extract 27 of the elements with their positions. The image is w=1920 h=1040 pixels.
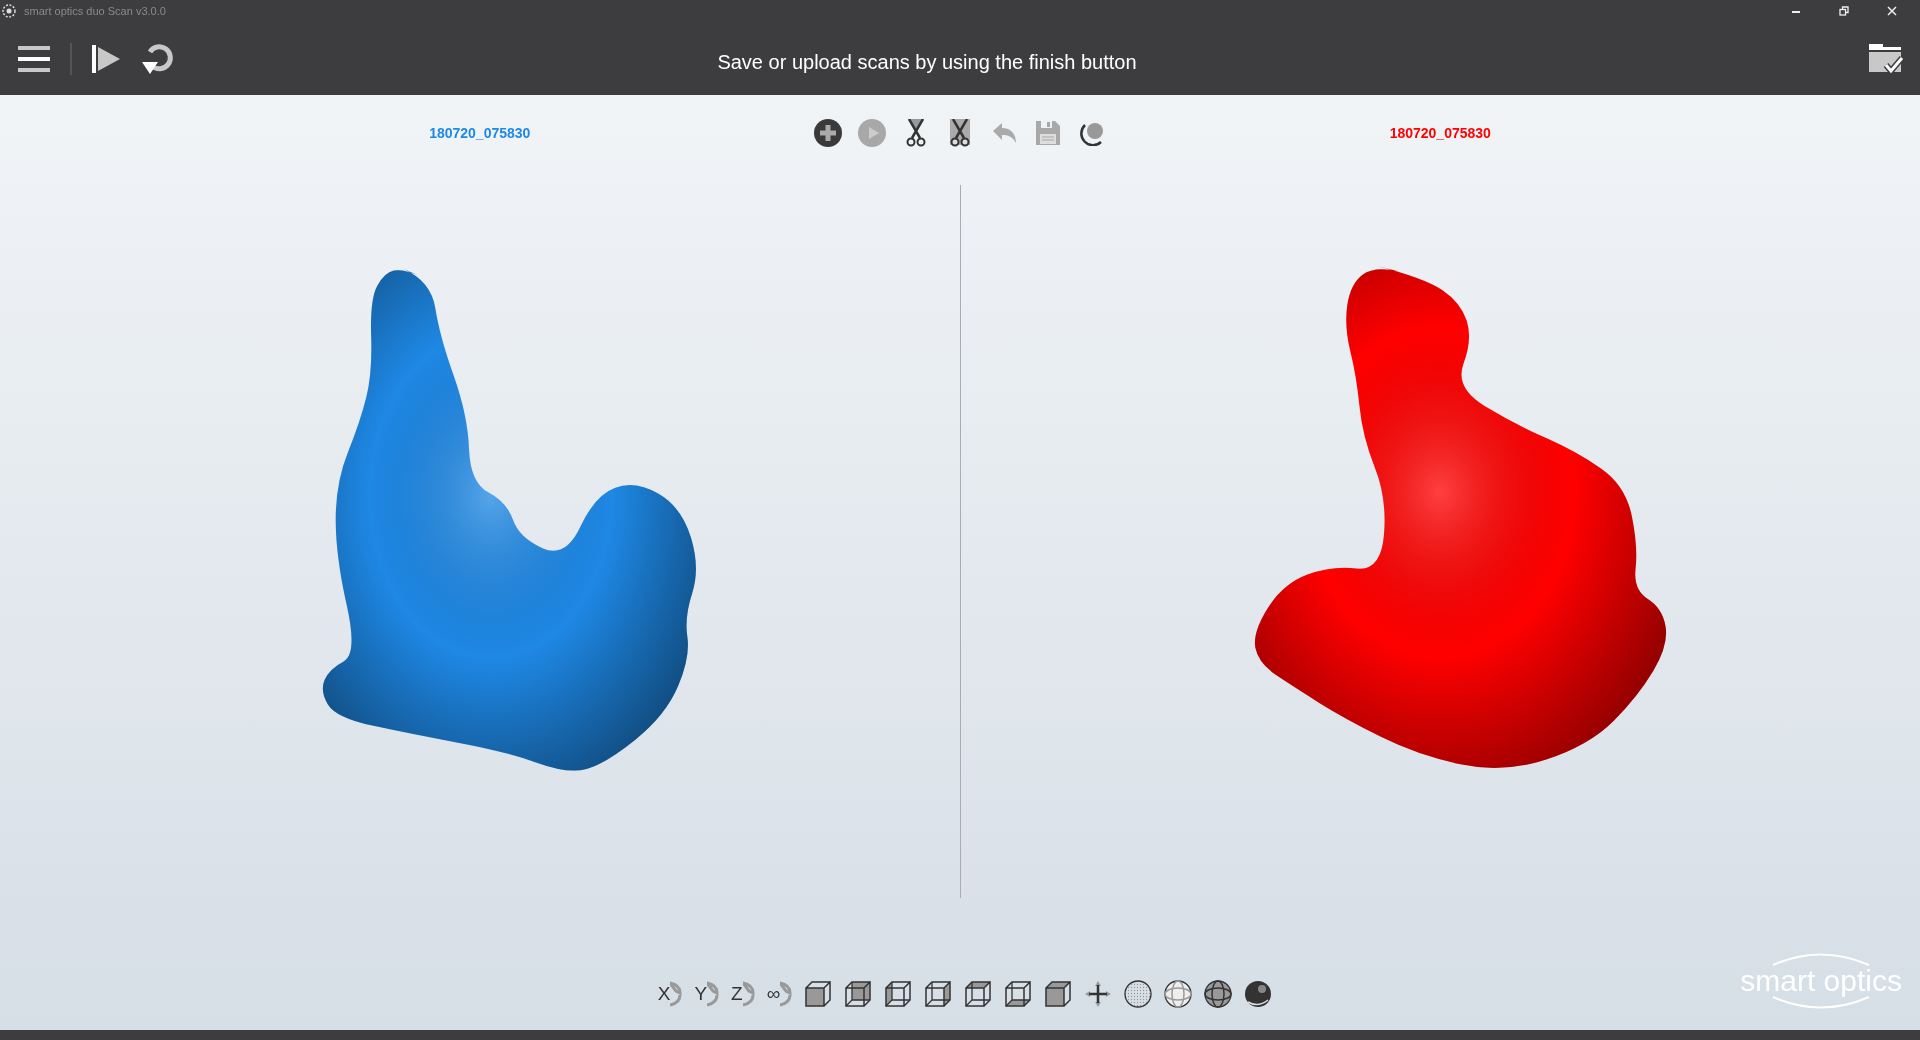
finish-button[interactable] — [1868, 42, 1904, 75]
close-icon[interactable] — [1887, 6, 1897, 16]
app-logo-icon — [2, 4, 16, 18]
scan-name-label: 180720_075830 — [429, 125, 531, 141]
cube-view-button[interactable] — [884, 978, 913, 1010]
rotate-axis-button[interactable]: X — [657, 979, 683, 1009]
menu-button[interactable] — [18, 43, 50, 74]
rotate-axis-button[interactable]: ∞ — [766, 979, 793, 1009]
status-message: Save or upload scans by using the finish button — [716, 50, 1138, 74]
cube-view-button[interactable] — [804, 978, 833, 1010]
cube-view-button[interactable] — [964, 978, 993, 1010]
solid-sphere-button[interactable] — [1244, 978, 1273, 1010]
rotate-axis-button[interactable]: Z — [731, 979, 755, 1009]
add-button[interactable] — [814, 117, 842, 149]
cube-view-button[interactable] — [844, 978, 873, 1010]
dotted-sphere-button[interactable] — [1124, 978, 1153, 1010]
wireframe-sphere-button[interactable] — [1164, 978, 1193, 1010]
window-title: smart optics duo Scan v3.0.0 — [24, 5, 166, 17]
restore-icon[interactable] — [1839, 6, 1849, 16]
cube-view-button[interactable] — [924, 978, 953, 1010]
play-button[interactable] — [92, 43, 120, 74]
redo-button[interactable] — [140, 41, 176, 76]
rotate-axis-button[interactable]: Y — [694, 979, 720, 1009]
shaded-wireframe-sphere-button[interactable] — [1204, 978, 1233, 1010]
cube-view-button[interactable] — [1004, 978, 1033, 1010]
cube-view-button[interactable] — [1044, 978, 1073, 1010]
scan-name-label: 180720_075830 — [1389, 125, 1491, 141]
